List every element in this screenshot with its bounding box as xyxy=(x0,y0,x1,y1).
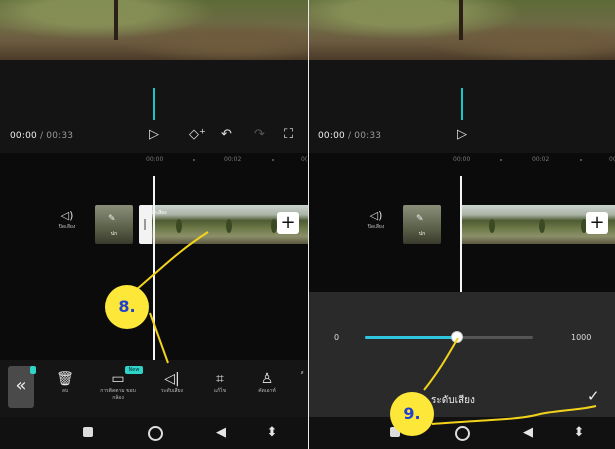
callout-9-underline xyxy=(431,405,597,425)
callout-8-pointer xyxy=(149,312,169,364)
step-9-callout: 9. xyxy=(390,392,434,436)
callout-9-pointer xyxy=(423,337,459,391)
annotation-lines xyxy=(135,231,597,425)
step-8-callout: 8. xyxy=(105,285,149,329)
callout-8-curve xyxy=(135,231,209,291)
